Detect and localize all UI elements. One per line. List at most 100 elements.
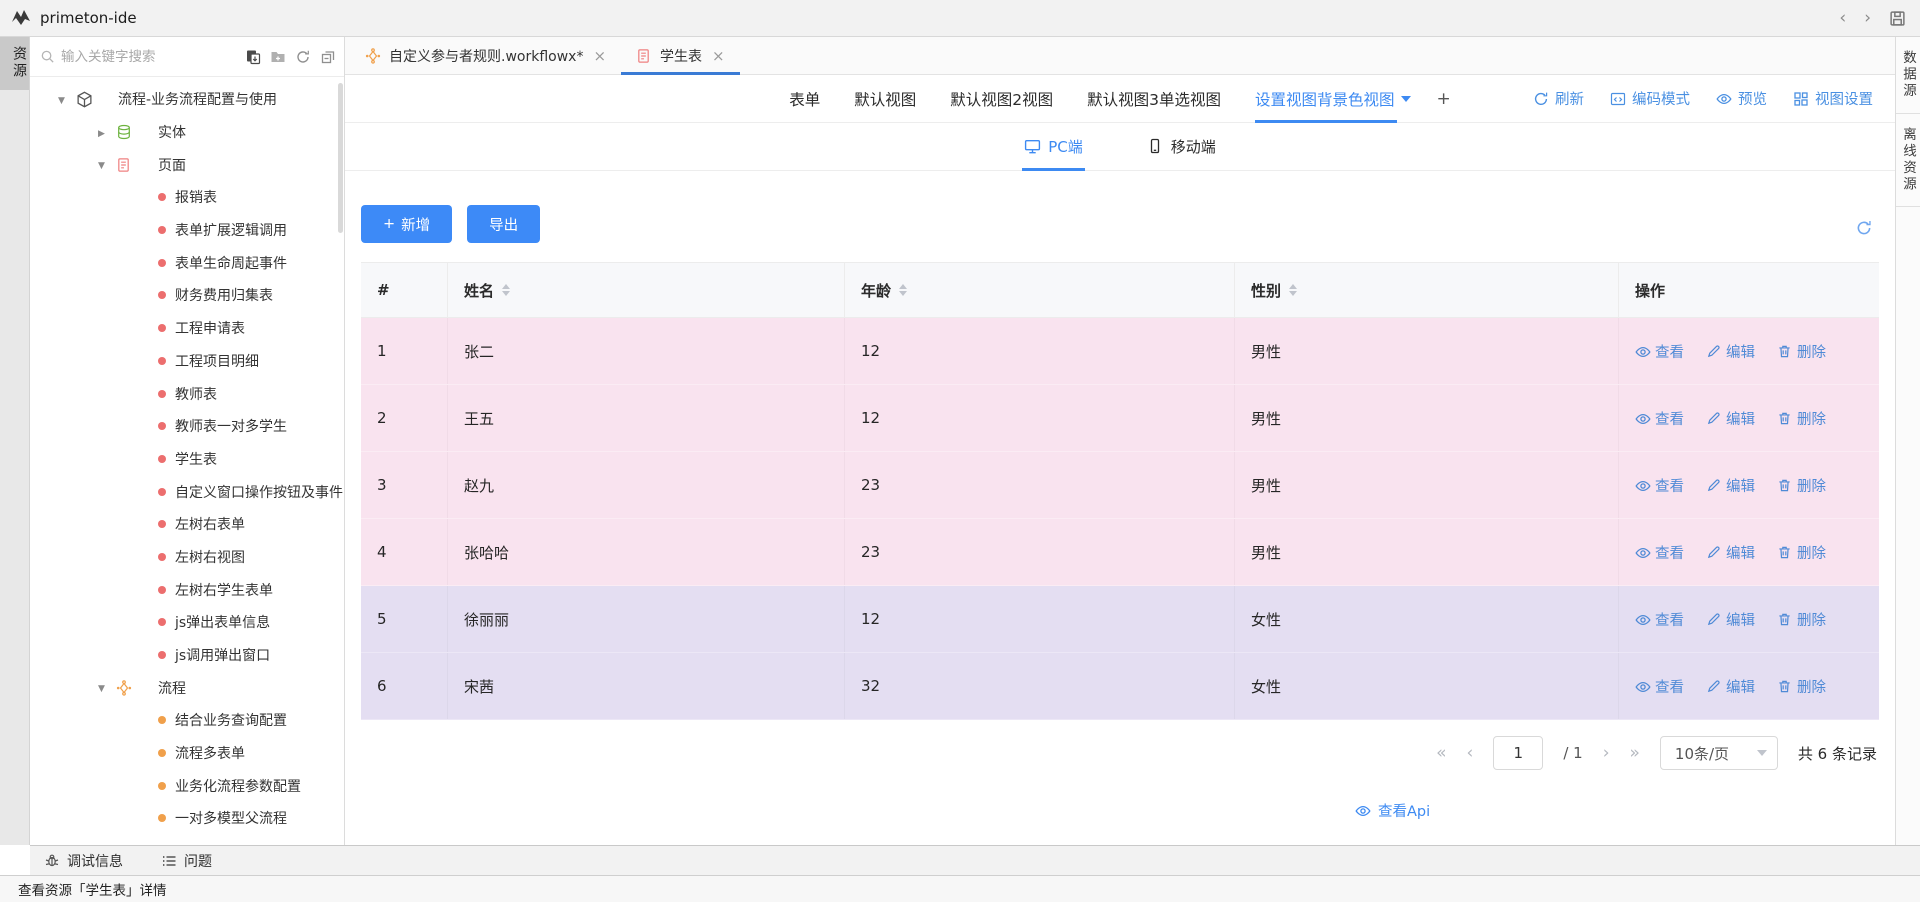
- edit-row-button[interactable]: 编辑: [1706, 475, 1755, 496]
- chevron-down-icon[interactable]: [1401, 96, 1411, 102]
- tree-item[interactable]: 自定义窗口操作按钮及事件: [30, 475, 344, 508]
- tree-item[interactable]: 页面: [30, 148, 344, 181]
- tree-item[interactable]: 左树右表单: [30, 508, 344, 541]
- tree-item[interactable]: 流程多表单: [30, 737, 344, 770]
- tree-item[interactable]: 业务化流程参数配置: [30, 769, 344, 802]
- tree-item[interactable]: 教师表一对多学生: [30, 410, 344, 443]
- edit-row-button[interactable]: 编辑: [1706, 341, 1755, 362]
- view-action-button[interactable]: 预览: [1716, 88, 1767, 109]
- delete-row-button[interactable]: 删除: [1777, 676, 1826, 697]
- export-button[interactable]: 导出: [467, 205, 540, 243]
- view-row-button[interactable]: 查看: [1635, 609, 1684, 630]
- tree-item[interactable]: 学生表: [30, 443, 344, 476]
- tree-item[interactable]: 工程申请表: [30, 312, 344, 345]
- right-tab-datasource[interactable]: 数据源: [1898, 37, 1918, 113]
- tree-item[interactable]: 结合业务查询配置: [30, 704, 344, 737]
- import-model-icon[interactable]: [245, 49, 261, 65]
- reload-tree-icon[interactable]: [295, 49, 311, 65]
- last-page-button[interactable]: »: [1630, 743, 1640, 763]
- table-header-cell[interactable]: #: [361, 263, 448, 317]
- view-row-button[interactable]: 查看: [1635, 475, 1684, 496]
- table-row[interactable]: 5 徐丽丽 12 女性 查看 编辑: [361, 586, 1879, 653]
- tree-item[interactable]: 工程项目明细: [30, 345, 344, 378]
- view-row-button[interactable]: 查看: [1635, 542, 1684, 563]
- close-tab-icon[interactable]: ×: [712, 47, 725, 65]
- table-header-cell[interactable]: 操作: [1619, 263, 1879, 317]
- view-tab[interactable]: 默认视图2视图: [950, 75, 1053, 123]
- table-row[interactable]: 2 王五 12 男性 查看 编辑: [361, 385, 1879, 452]
- panel-item[interactable]: 调试信息: [44, 851, 123, 871]
- view-action-button[interactable]: 编码模式: [1610, 88, 1690, 109]
- page-number-input[interactable]: [1493, 736, 1543, 770]
- view-tab[interactable]: 默认视图3单选视图: [1087, 75, 1221, 123]
- edit-row-button[interactable]: 编辑: [1706, 676, 1755, 697]
- table-refresh-icon[interactable]: [1855, 219, 1873, 237]
- tree-item[interactable]: 流程-业务流程配置与使用: [30, 83, 344, 116]
- tree-item[interactable]: js调用弹出窗口: [30, 639, 344, 672]
- save-icon[interactable]: [1889, 10, 1906, 27]
- delete-row-button[interactable]: 删除: [1777, 341, 1826, 362]
- table-row[interactable]: 4 张哈哈 23 男性 查看 编辑: [361, 519, 1879, 586]
- next-page-button[interactable]: ›: [1603, 743, 1610, 763]
- tree-item[interactable]: 表单扩展逻辑调用: [30, 214, 344, 247]
- activity-tab-resources[interactable]: 资源: [0, 37, 29, 90]
- tree-item[interactable]: 左树右学生表单: [30, 573, 344, 606]
- view-row-button[interactable]: 查看: [1635, 408, 1684, 429]
- device-tab[interactable]: 移动端: [1147, 123, 1216, 171]
- delete-row-button[interactable]: 删除: [1777, 609, 1826, 630]
- nav-back-icon[interactable]: ‹: [1839, 10, 1846, 27]
- right-tab-offline[interactable]: 离线资源: [1898, 114, 1918, 206]
- tree-item[interactable]: 流程: [30, 671, 344, 704]
- search-input[interactable]: [61, 49, 239, 64]
- view-tab[interactable]: 设置视图背景色视图: [1255, 75, 1411, 123]
- view-action-button[interactable]: 视图设置: [1793, 88, 1873, 109]
- sort-icon[interactable]: [899, 284, 907, 296]
- tree-caret-icon[interactable]: [58, 93, 76, 106]
- delete-row-button[interactable]: 删除: [1777, 475, 1826, 496]
- view-api-link[interactable]: 查看Api: [1355, 800, 1895, 821]
- sort-icon[interactable]: [502, 284, 510, 296]
- table-row[interactable]: 1 张二 12 男性 查看 编辑: [361, 318, 1879, 385]
- close-tab-icon[interactable]: ×: [593, 47, 606, 65]
- tree-item[interactable]: 实体: [30, 116, 344, 149]
- tree-caret-icon[interactable]: [98, 158, 116, 171]
- first-page-button[interactable]: «: [1436, 743, 1446, 763]
- nav-forward-icon[interactable]: ›: [1864, 10, 1871, 27]
- edit-row-button[interactable]: 编辑: [1706, 408, 1755, 429]
- add-button[interactable]: + 新增: [361, 205, 452, 243]
- edit-row-button[interactable]: 编辑: [1706, 609, 1755, 630]
- view-tab[interactable]: 表单: [789, 75, 820, 123]
- tree-item[interactable]: 左树右视图: [30, 541, 344, 574]
- collapse-all-icon[interactable]: [320, 49, 336, 65]
- prev-page-button[interactable]: ‹: [1467, 743, 1474, 763]
- tree-item[interactable]: 一对多模型父流程: [30, 802, 344, 835]
- panel-item[interactable]: 问题: [161, 851, 212, 871]
- tree-item[interactable]: js弹出表单信息: [30, 606, 344, 639]
- view-row-button[interactable]: 查看: [1635, 676, 1684, 697]
- document-tab[interactable]: 自定义参与者规则.workflowx* ×: [350, 37, 621, 74]
- edit-row-button[interactable]: 编辑: [1706, 542, 1755, 563]
- view-action-button[interactable]: 刷新: [1533, 88, 1584, 109]
- new-folder-icon[interactable]: [270, 49, 286, 65]
- tree-item[interactable]: 财务费用归集表: [30, 279, 344, 312]
- sort-icon[interactable]: [1289, 284, 1297, 296]
- add-view-button[interactable]: +: [1437, 89, 1451, 109]
- device-tab[interactable]: PC端: [1024, 123, 1083, 171]
- tree-item[interactable]: 报销表: [30, 181, 344, 214]
- table-header-cell[interactable]: 姓名: [448, 263, 845, 317]
- sidebar-scrollbar[interactable]: [338, 83, 343, 233]
- tree-item[interactable]: 表单生命周起事件: [30, 246, 344, 279]
- table-row[interactable]: 3 赵九 23 男性 查看 编辑: [361, 452, 1879, 519]
- document-tab[interactable]: 学生表 ×: [621, 37, 740, 74]
- tree-item[interactable]: 教师表: [30, 377, 344, 410]
- tree-caret-icon[interactable]: [98, 681, 116, 694]
- table-row[interactable]: 6 宋茜 32 女性 查看 编辑: [361, 653, 1879, 720]
- table-header-cell[interactable]: 性别: [1235, 263, 1619, 317]
- table-header-cell[interactable]: 年龄: [845, 263, 1235, 317]
- delete-row-button[interactable]: 删除: [1777, 408, 1826, 429]
- page-size-select[interactable]: 10条/页: [1660, 736, 1778, 770]
- delete-row-button[interactable]: 删除: [1777, 542, 1826, 563]
- view-tab[interactable]: 默认视图: [854, 75, 916, 123]
- view-row-button[interactable]: 查看: [1635, 341, 1684, 362]
- tree-caret-icon[interactable]: [98, 126, 116, 139]
